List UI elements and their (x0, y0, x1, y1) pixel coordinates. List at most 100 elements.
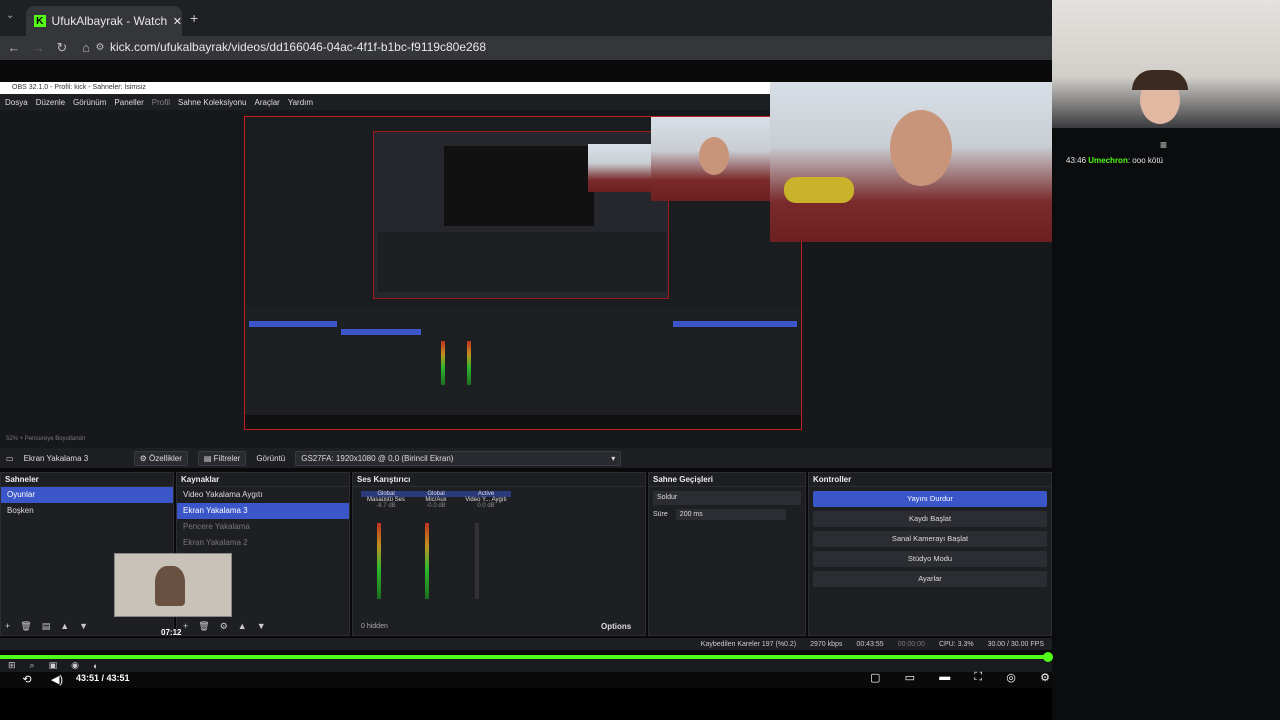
fullscreen-icon[interactable]: ⛶ (974, 671, 982, 687)
mixer-options-button[interactable]: Options (601, 622, 631, 631)
nested-preview (373, 131, 669, 299)
mixer-title: Ses Karıştırıcı (353, 473, 645, 487)
menu-docks[interactable]: Paneller (114, 98, 143, 107)
clip-icon[interactable]: ▢ (870, 671, 880, 687)
volume-meter (475, 523, 479, 599)
up-icon[interactable]: ▲ (238, 621, 247, 632)
source-toolbar: + 🗑 ⚙ ▲ ▼ (183, 621, 266, 632)
controls-title: Kontroller (809, 473, 1051, 487)
trash-icon[interactable]: 🗑 (20, 621, 31, 632)
menu-scene-collection[interactable]: Sahne Koleksiyonu (178, 98, 247, 107)
video-progress-bar[interactable] (0, 655, 1050, 659)
replay-icon[interactable]: ⟲ (18, 673, 36, 686)
start-virtual-camera-button[interactable]: Sanal Kamerayı Başlat (813, 531, 1047, 547)
add-icon[interactable]: + (183, 621, 188, 632)
studio-mode-button[interactable]: Stüdyo Modu (813, 551, 1047, 567)
scenes-title: Sahneler (1, 473, 173, 487)
up-icon[interactable]: ▲ (60, 621, 69, 632)
obs-menu-bar: Dosya Düzenle Görünüm Paneller Profil Sa… (0, 94, 770, 110)
url-field[interactable]: kick.com/ufukalbayrak/videos/dd166046-04… (110, 40, 810, 56)
theater-icon[interactable]: ▬ (939, 671, 950, 687)
chat-username[interactable]: Umechron (1088, 156, 1128, 165)
duration-input[interactable]: 200 ms (675, 509, 786, 520)
tab-title: UfukAlbayrak - Watch the VOD (51, 14, 167, 28)
volume-meter (377, 523, 381, 599)
chat-menu-icon[interactable]: ≡ (1160, 138, 1167, 152)
menu-help[interactable]: Yardım (288, 98, 313, 107)
close-icon[interactable]: ✕ (173, 15, 182, 28)
kick-logo-icon: K (34, 15, 46, 27)
nested-inner-preview (444, 146, 594, 226)
bitrate: 2970 kbps (810, 640, 843, 648)
display-select[interactable]: GS27FA: 1920x1080 @ 0,0 (Birincil Ekran)… (295, 450, 622, 466)
menu-edit[interactable]: Düzenle (36, 98, 65, 107)
display-label: Görüntü (256, 453, 286, 463)
transition-select[interactable]: Soldur (653, 491, 801, 505)
mixer-channel: Active Video Y... Aygıtı 0.0 dB (461, 491, 511, 509)
record-time: 00:00:00 (897, 640, 925, 648)
obs-preview-canvas[interactable] (244, 116, 802, 430)
browser-tab-bar: ⌄ K UfukAlbayrak - Watch the VOD ✕ + (0, 0, 1052, 36)
transitions-title: Sahne Geçişleri (649, 473, 805, 487)
add-icon[interactable]: + (5, 621, 10, 632)
down-icon[interactable]: ▼ (257, 621, 266, 632)
stop-streaming-button[interactable]: Yayını Durdur (813, 491, 1047, 507)
preview-time: 07:12 (161, 628, 182, 637)
steam-icon: ◐ (92, 660, 99, 671)
player-right-controls: ▢ ▭ ▬ ⛶ ◎ ⚙ (870, 671, 1050, 687)
settings-button[interactable]: Ayarlar (813, 571, 1047, 587)
tab-list-icon[interactable]: ⌄ (6, 10, 14, 21)
nested-obs-docks (245, 307, 801, 417)
new-tab-icon[interactable]: + (190, 10, 198, 26)
dropped-frames: Kaybedilen Kareler 197 (%0.2) (700, 640, 797, 648)
gear-icon[interactable]: ⚙ (220, 621, 228, 632)
streamer-face (890, 110, 952, 186)
menu-profile[interactable]: Profil (152, 98, 170, 107)
transitions-dock: Sahne Geçişleri Soldur Süre 200 ms (648, 472, 806, 636)
obs-status-bar: Kaybedilen Kareler 197 (%0.2) 2970 kbps … (0, 638, 1052, 650)
microphone (784, 177, 854, 203)
source-item[interactable]: Pencere Yakalama (177, 519, 349, 535)
down-icon[interactable]: ▼ (79, 621, 88, 632)
selected-source-name: Ekran Yakalama 3 (23, 453, 89, 463)
quality-icon[interactable]: ◎ (1006, 671, 1016, 687)
source-item[interactable]: Ekran Yakalama 3 (177, 503, 349, 519)
site-info-icon[interactable]: ⚙ (92, 40, 108, 56)
side-webcam (1052, 0, 1280, 128)
miniplayer-icon[interactable]: ▭ (905, 671, 915, 687)
streamer-webcam (770, 82, 1052, 242)
menu-tools[interactable]: Araçlar (255, 98, 280, 107)
scene-toolbar: + 🗑 ▤ ▲ ▼ (5, 621, 88, 632)
filter-icon[interactable]: ▤ (42, 621, 51, 632)
nested-docks (378, 232, 666, 292)
reload-icon[interactable]: ↻ (54, 40, 70, 56)
nested-taskbar (245, 415, 801, 429)
source-item[interactable]: Video Yakalama Aygıtı (177, 487, 349, 503)
controls-dock: Kontroller Yayını Durdur Kaydı Başlat Sa… (808, 472, 1052, 636)
preview-zoom-bar: 52% + Pencereye Boyutlandır (0, 436, 1052, 448)
menu-file[interactable]: Dosya (5, 98, 28, 107)
trash-icon[interactable]: 🗑 (198, 621, 209, 632)
obs-source-toolbar: ▭ Ekran Yakalama 3 ⚙ Özellikler ▤ Filtre… (0, 448, 1052, 468)
forward-icon[interactable]: → (30, 40, 46, 56)
scene-item[interactable]: Boşken (1, 503, 173, 519)
mixer-channel: Global Masaüstü Ses -8.7 dB (361, 491, 411, 509)
volume-icon[interactable]: ◀) (48, 673, 66, 686)
audio-mixer-dock: Ses Karıştırıcı Global Masaüstü Ses -8.7… (352, 472, 646, 636)
properties-button[interactable]: ⚙ Özellikler (133, 450, 188, 466)
menu-view[interactable]: Görünüm (73, 98, 106, 107)
filters-button[interactable]: ▤ Filtreler (197, 450, 247, 466)
transition-duration: Süre 200 ms (653, 509, 801, 520)
source-item[interactable]: Ekran Yakalama 2 (177, 535, 349, 551)
volume-meter (425, 523, 429, 599)
cpu-usage: CPU: 3.3% (938, 640, 974, 648)
progress-handle[interactable] (1043, 652, 1053, 662)
scene-item[interactable]: Oyunlar (1, 487, 173, 503)
browser-tab[interactable]: K UfukAlbayrak - Watch the VOD ✕ (26, 6, 182, 36)
gear-icon[interactable]: ⚙ (1040, 671, 1050, 687)
back-icon[interactable]: ← (6, 40, 22, 56)
monitor-icon: ▭ (6, 453, 14, 463)
start-recording-button[interactable]: Kaydı Başlat (813, 511, 1047, 527)
chat-timestamp: 43:46 (1066, 156, 1087, 165)
hidden-count[interactable]: 0 hidden (361, 623, 388, 630)
